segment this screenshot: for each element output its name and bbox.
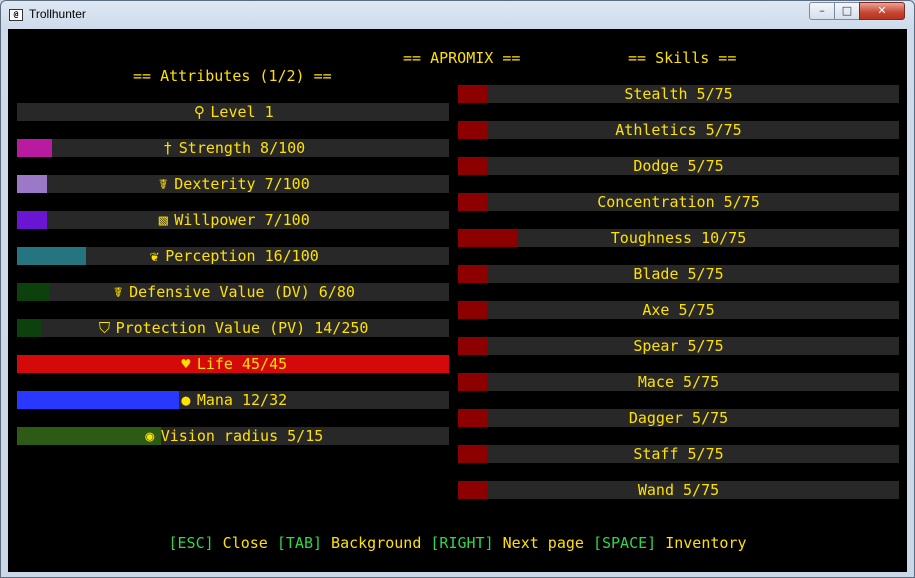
skill-label: Staff 5/75 [458, 445, 899, 463]
book-icon: ▧ [158, 211, 168, 229]
attribute-bar: ▧ Willpower 7/100 [17, 211, 449, 229]
skill-label: Dodge 5/75 [458, 157, 899, 175]
skill-bar: Dodge 5/75 [458, 157, 899, 175]
shield-icon: ⛉ [98, 319, 111, 337]
window-title: Trollhunter [29, 7, 86, 21]
skill-label: Concentration 5/75 [458, 193, 899, 211]
maximize-button[interactable]: □ [834, 2, 860, 20]
skill-label-text: Dodge 5/75 [633, 157, 724, 175]
attribute-label: ♥ Life 45/45 [17, 355, 449, 373]
close-button[interactable]: ✕ [859, 2, 905, 20]
attribute-label-text: Protection Value (PV) 14/250 [115, 319, 369, 337]
attribute-label: ⚲ Level 1 [17, 103, 449, 121]
leaf-icon: ❦ [149, 247, 159, 265]
skill-label: Dagger 5/75 [458, 409, 899, 427]
app-icon: @ [9, 9, 23, 21]
skill-bar: Concentration 5/75 [458, 193, 899, 211]
attribute-label-text: Dexterity 7/100 [174, 175, 310, 193]
attribute-label: ● Mana 12/32 [17, 391, 449, 409]
minimize-button[interactable]: – [809, 2, 835, 20]
attribute-label-text: Vision radius 5/15 [160, 427, 324, 445]
skill-label: Athletics 5/75 [458, 121, 899, 139]
hotkey-action-label: Close [213, 534, 277, 552]
skill-label-text: Blade 5/75 [633, 265, 724, 283]
attribute-label-text: Perception 16/100 [165, 247, 319, 265]
skill-bar: Spear 5/75 [458, 337, 899, 355]
eye-icon: ◉ [145, 427, 155, 445]
game-screen: == APROMIX == == Attributes (1/2) == == … [8, 29, 907, 572]
attribute-label-text: Mana 12/32 [196, 391, 288, 409]
skill-label-text: Toughness 10/75 [610, 229, 747, 247]
attribute-label-text: Willpower 7/100 [174, 211, 310, 229]
attribute-label: † Strength 8/100 [17, 139, 449, 157]
attribute-bar: ☤ Dexterity 7/100 [17, 175, 449, 193]
attribute-bar: ● Mana 12/32 [17, 391, 449, 409]
skill-label-text: Axe 5/75 [642, 301, 715, 319]
app-window: @ Trollhunter – □ ✕ == APROMIX == == Att… [0, 0, 915, 578]
skill-bar: Stealth 5/75 [458, 85, 899, 103]
skill-label-text: Concentration 5/75 [597, 193, 760, 211]
skill-label: Axe 5/75 [458, 301, 899, 319]
skill-bar: Blade 5/75 [458, 265, 899, 283]
attribute-bar: ⚲ Level 1 [17, 103, 449, 121]
attribute-bar: ❦ Perception 16/100 [17, 247, 449, 265]
attribute-label: ◉ Vision radius 5/15 [17, 427, 449, 445]
skill-label: Wand 5/75 [458, 481, 899, 499]
skill-label: Mace 5/75 [458, 373, 899, 391]
skill-label-text: Stealth 5/75 [624, 85, 733, 103]
flask-icon: ⚲ [193, 103, 205, 121]
skill-bar: Dagger 5/75 [458, 409, 899, 427]
skill-bar: Athletics 5/75 [458, 121, 899, 139]
skill-bar: Staff 5/75 [458, 445, 899, 463]
skill-bar: Wand 5/75 [458, 481, 899, 499]
key-help-bar: [ESC] Close [TAB] Background [RIGHT] Nex… [8, 534, 907, 552]
skill-bar: Mace 5/75 [458, 373, 899, 391]
attribute-label: ▧ Willpower 7/100 [17, 211, 449, 229]
character-name-heading: == APROMIX == [403, 49, 521, 67]
title-bar[interactable]: @ Trollhunter – □ ✕ [1, 1, 914, 29]
attribute-label: ☤ Dexterity 7/100 [17, 175, 449, 193]
hotkey-close: [ESC] [168, 534, 214, 552]
attribute-bar: ⛉ Protection Value (PV) 14/250 [17, 319, 449, 337]
skill-label-text: Staff 5/75 [633, 445, 724, 463]
skill-label: Toughness 10/75 [458, 229, 899, 247]
attributes-heading: == Attributes (1/2) == [133, 67, 332, 85]
attribute-bar: ♥ Life 45/45 [17, 355, 449, 373]
skill-label-text: Mace 5/75 [637, 373, 720, 391]
attribute-label-text: Strength 8/100 [178, 139, 306, 157]
skill-label: Blade 5/75 [458, 265, 899, 283]
skill-bar: Axe 5/75 [458, 301, 899, 319]
hotkey-action-label: Next page [493, 534, 593, 552]
hotkey-inventory: [SPACE] [592, 534, 657, 552]
strength-icon: † [163, 139, 173, 157]
skill-label: Stealth 5/75 [458, 85, 899, 103]
attribute-label-text: Life 45/45 [196, 355, 288, 373]
hotkey-action-label: Inventory [656, 534, 747, 552]
skill-label-text: Spear 5/75 [633, 337, 724, 355]
attribute-label: ☤ Defensive Value (DV) 6/80 [17, 283, 449, 301]
attribute-bar: † Strength 8/100 [17, 139, 449, 157]
attribute-label-text: Level 1 [210, 103, 274, 121]
attribute-bar: ☤ Defensive Value (DV) 6/80 [17, 283, 449, 301]
skills-heading: == Skills == [628, 49, 737, 67]
heart-icon: ♥ [181, 355, 191, 373]
mana-orb-icon: ● [181, 391, 191, 409]
hotkey-next-page: [RIGHT] [430, 534, 494, 552]
running-icon: ☤ [158, 175, 168, 193]
hotkey-action-label: Background [322, 534, 431, 552]
skill-label-text: Dagger 5/75 [628, 409, 729, 427]
attribute-label: ❦ Perception 16/100 [17, 247, 449, 265]
attribute-label: ⛉ Protection Value (PV) 14/250 [17, 319, 449, 337]
skill-label: Spear 5/75 [458, 337, 899, 355]
attribute-bar: ◉ Vision radius 5/15 [17, 427, 449, 445]
attribute-label-text: Defensive Value (DV) 6/80 [129, 283, 355, 301]
skill-label-text: Wand 5/75 [637, 481, 720, 499]
hotkey-background: [TAB] [276, 534, 323, 552]
skill-bar: Toughness 10/75 [458, 229, 899, 247]
skill-label-text: Athletics 5/75 [615, 121, 742, 139]
dodge-icon: ☤ [113, 283, 123, 301]
